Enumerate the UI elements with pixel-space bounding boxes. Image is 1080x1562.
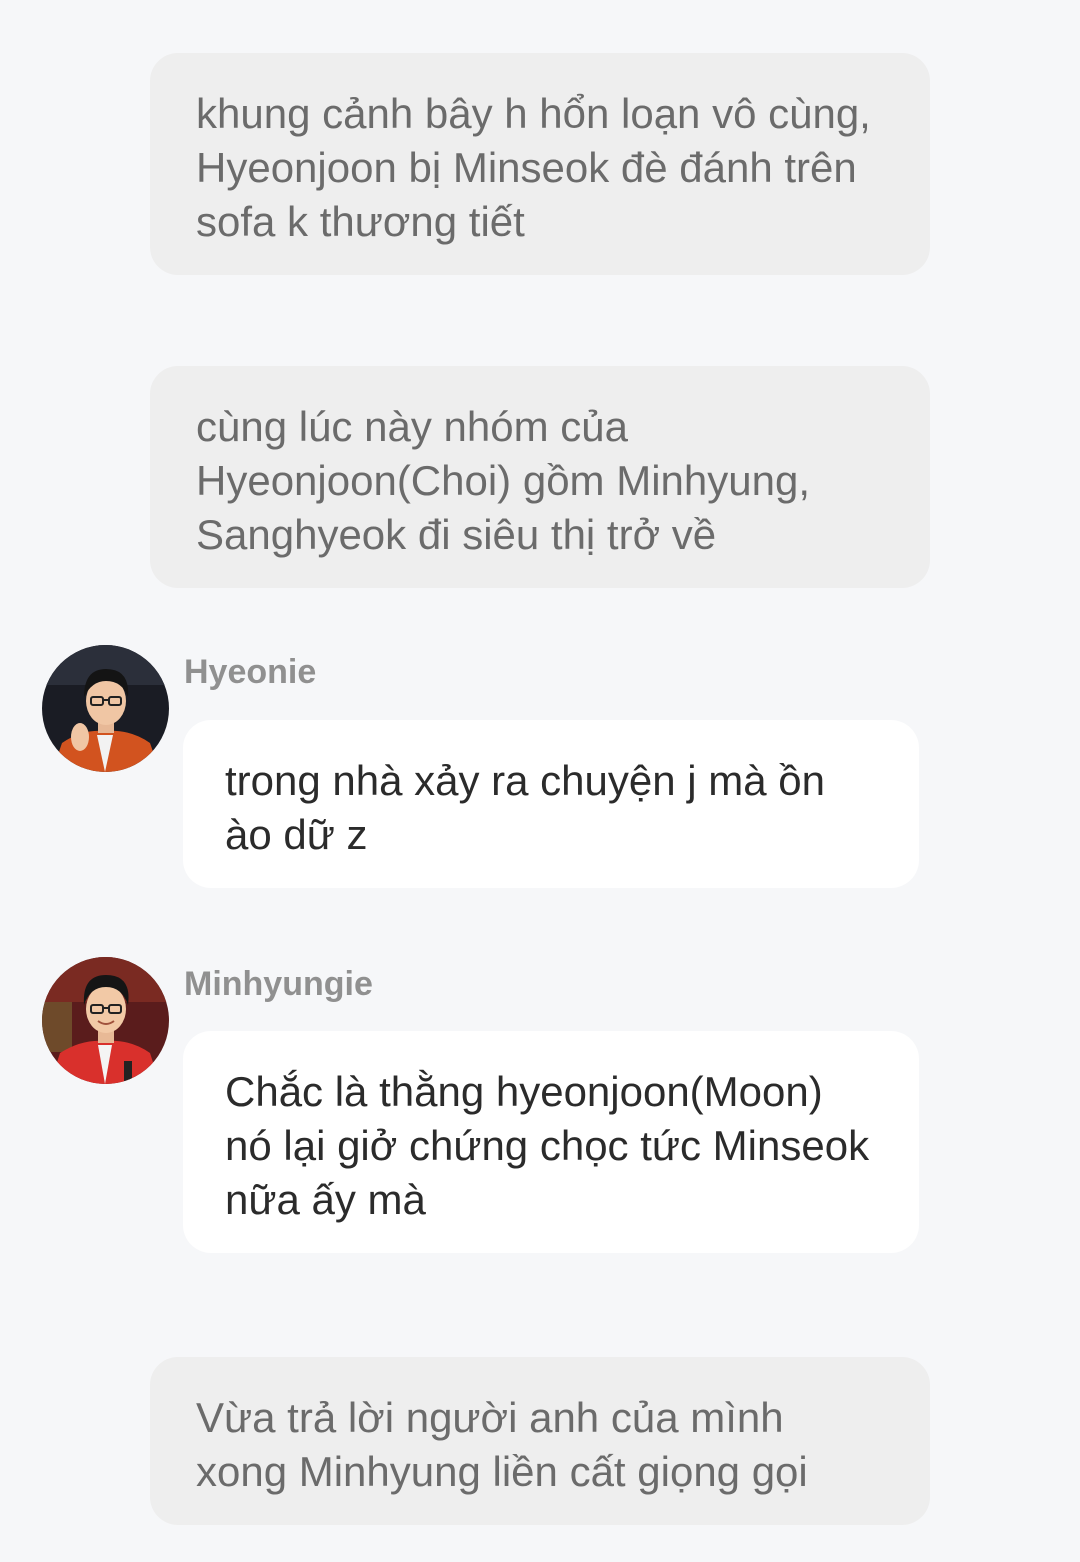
narration-message: cùng lúc này nhóm của Hyeonjoon(Choi) gồ… [150, 366, 930, 588]
narration-text: cùng lúc này nhóm của Hyeonjoon(Choi) gồ… [196, 403, 810, 558]
narration-text: Vừa trả lời người anh của mình xong Minh… [196, 1394, 808, 1495]
user-avatar-hyeonie-icon [42, 645, 169, 772]
narration-message: Vừa trả lời người anh của mình xong Minh… [150, 1357, 930, 1525]
user-avatar-minhyungie-icon [42, 957, 169, 1084]
sender-name: Minhyungie [184, 965, 373, 1003]
narration-text: khung cảnh bây h hổn loạn vô cùng, Hyeon… [196, 90, 871, 245]
chat-text: Chắc là thằng hyeonjoon(Moon) nó lại giở… [225, 1068, 870, 1223]
chat-bubble: Chắc là thằng hyeonjoon(Moon) nó lại giở… [183, 1031, 919, 1253]
avatar[interactable] [42, 645, 169, 772]
narration-message: khung cảnh bây h hổn loạn vô cùng, Hyeon… [150, 53, 930, 275]
sender-name: Hyeonie [184, 653, 317, 691]
chat-text: trong nhà xảy ra chuyện j mà ồn ào dữ z [225, 757, 826, 858]
avatar[interactable] [42, 957, 169, 1084]
chat-bubble: trong nhà xảy ra chuyện j mà ồn ào dữ z [183, 720, 919, 888]
